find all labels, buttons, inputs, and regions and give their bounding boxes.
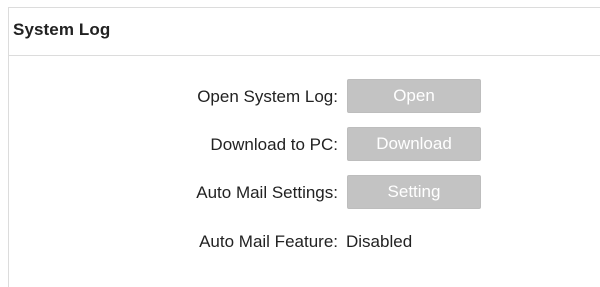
download-to-pc-row: Download to PC: Download xyxy=(0,127,600,163)
auto-mail-settings-row: Auto Mail Settings: Setting xyxy=(0,175,600,211)
download-to-pc-label: Download to PC: xyxy=(210,135,338,154)
open-system-log-label: Open System Log: xyxy=(197,87,338,106)
open-button[interactable]: Open xyxy=(347,79,481,113)
auto-mail-feature-value: Disabled xyxy=(346,232,413,251)
auto-mail-settings-label: Auto Mail Settings: xyxy=(196,183,338,202)
title-divider xyxy=(8,55,600,56)
download-button[interactable]: Download xyxy=(347,127,481,161)
auto-mail-feature-label: Auto Mail Feature: xyxy=(199,232,338,251)
open-system-log-row: Open System Log: Open xyxy=(0,79,600,115)
auto-mail-feature-row: Auto Mail Feature: Disabled xyxy=(0,224,600,260)
section-title: System Log xyxy=(13,20,111,39)
setting-button[interactable]: Setting xyxy=(347,175,481,209)
